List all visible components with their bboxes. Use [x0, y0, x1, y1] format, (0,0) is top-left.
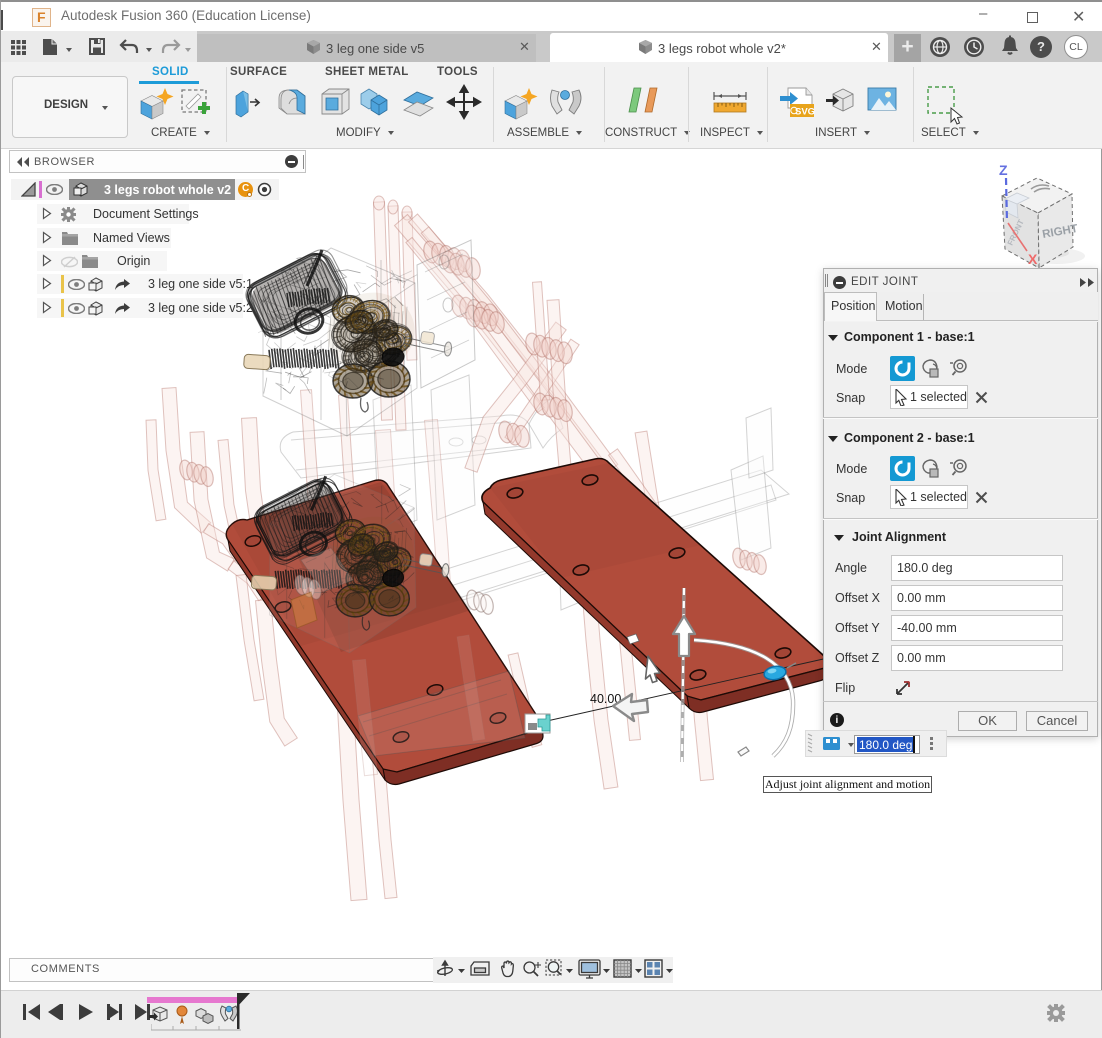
svg-text:X: X [1028, 251, 1038, 267]
svg-text:SVG: SVG [795, 107, 815, 118]
svg-text:Z: Z [999, 162, 1008, 178]
